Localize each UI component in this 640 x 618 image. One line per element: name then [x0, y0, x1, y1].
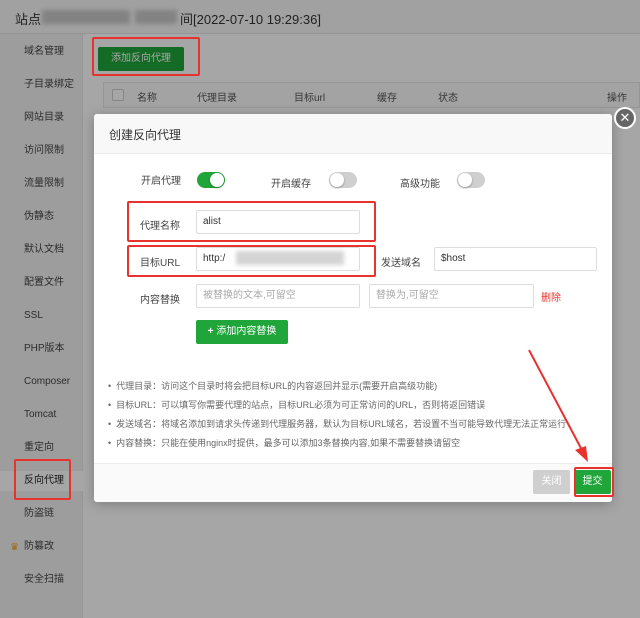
replace-from-input[interactable]: 被替换的文本,可留空	[196, 284, 360, 308]
plus-icon: +	[207, 326, 214, 337]
dialog-title: 创建反向代理	[109, 128, 182, 142]
toggle-knob	[210, 173, 224, 187]
close-icon[interactable]: ✕	[614, 107, 636, 129]
toggle-knob	[458, 173, 472, 187]
annotation-box-add-button	[92, 37, 200, 76]
advanced-label: 高级功能	[400, 179, 440, 190]
delete-replace-link[interactable]: 删除	[541, 289, 561, 304]
close-button[interactable]: 关闭	[533, 470, 570, 494]
content-replace-label: 内容替换	[140, 295, 180, 306]
enable-proxy-label: 开启代理	[141, 176, 181, 187]
note-proxy-dir: • 代理目录：访问这个目录时将会把目标URL的内容返回并显示(需要开启高级功能)	[108, 381, 438, 391]
annotation-box-target-url	[127, 245, 376, 277]
enable-cache-toggle[interactable]	[329, 172, 357, 188]
add-content-replace-button[interactable]: + 添加内容替换	[196, 320, 288, 344]
note-target-url: • 目标URL：可以填写你需要代理的站点，目标URL必须为可正常访问的URL，否…	[108, 400, 486, 410]
enable-proxy-toggle[interactable]	[197, 172, 225, 188]
enable-cache-label: 开启缓存	[271, 179, 311, 190]
advanced-toggle[interactable]	[457, 172, 485, 188]
note-send-domain: • 发送域名：将域名添加到请求头传递到代理服务器，默认为目标URL域名，若设置不…	[108, 419, 567, 429]
note-send-domain-text: 发送域名：将域名添加到请求头传递到代理服务器，默认为目标URL域名，若设置不当可…	[116, 419, 567, 429]
note-content-replace: • 内容替换：只能在使用nginx时提供，最多可以添加3条替换内容,如果不需要替…	[108, 438, 461, 448]
replace-to-input[interactable]: 替换为,可留空	[369, 284, 534, 308]
annotation-box-submit	[574, 467, 614, 497]
send-domain-input[interactable]: $host	[434, 247, 597, 271]
dialog-header: 创建反向代理	[94, 114, 612, 154]
annotation-box-proxy-name	[127, 201, 376, 242]
annotation-box-sidebar	[14, 459, 71, 500]
toggle-knob	[330, 173, 344, 187]
note-proxy-dir-text: 代理目录：访问这个目录时将会把目标URL的内容返回并显示(需要开启高级功能)	[116, 381, 438, 391]
note-target-url-text: 目标URL：可以填写你需要代理的站点，目标URL必须为可正常访问的URL，否则将…	[116, 400, 486, 410]
note-content-replace-text: 内容替换：只能在使用nginx时提供，最多可以添加3条替换内容,如果不需要替换请…	[116, 438, 461, 448]
add-content-replace-label: 添加内容替换	[216, 326, 277, 337]
send-domain-label: 发送域名	[381, 258, 421, 269]
